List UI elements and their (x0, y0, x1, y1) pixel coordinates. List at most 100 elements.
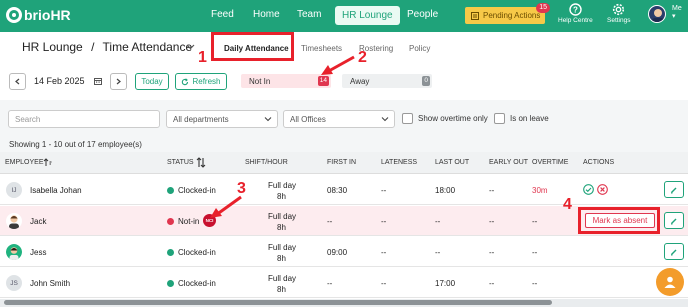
table-row[interactable]: JS John Smith Clocked-in Full day 8h -- … (0, 268, 688, 298)
svg-text:?: ? (573, 6, 578, 15)
departments-value: All departments (173, 114, 229, 124)
departments-select[interactable]: All departments (166, 110, 278, 128)
employee-name[interactable]: John Smith (30, 279, 70, 288)
user-avatar[interactable] (648, 5, 666, 23)
table-header: Employee Status Shift/Hour First in Late… (0, 152, 688, 174)
chevron-down-icon (381, 117, 389, 122)
shift-text: Full day (268, 243, 297, 252)
nav-home[interactable]: Home (253, 9, 280, 20)
early-out: -- (489, 217, 495, 226)
employee-name[interactable]: Jess (30, 248, 46, 257)
nav-feed[interactable]: Feed (211, 9, 234, 20)
gear-icon (613, 3, 625, 16)
edit-button[interactable] (664, 212, 684, 229)
user-avatar-icon (649, 6, 665, 22)
shift-text: Full day (268, 181, 297, 190)
top-nav: brioHR Feed Home Team HR Lounge People P… (0, 0, 688, 32)
pending-actions-button[interactable]: Pending Actions 15 (465, 3, 550, 24)
hours-text: 8h (277, 285, 286, 294)
avatar (6, 213, 22, 229)
overtime: -- (532, 217, 538, 226)
help-centre-button[interactable]: ? Help Centre (558, 3, 593, 24)
help-label: Help Centre (558, 17, 593, 24)
last-out: -- (435, 248, 441, 257)
brand-name: brioHR (24, 7, 71, 23)
status-text: Clocked-in (178, 279, 216, 288)
nav-people[interactable]: People (407, 9, 438, 20)
sort-icon[interactable] (196, 157, 206, 168)
settings-button[interactable]: Settings (607, 3, 631, 24)
brand-logo[interactable]: brioHR (6, 7, 71, 23)
avatar: JS (6, 275, 22, 291)
annotation-number-1: 1 (198, 49, 207, 66)
calendar-icon[interactable] (94, 77, 102, 85)
table-row[interactable]: IJ Isabella Johan Clocked-in Full day 8h… (0, 175, 688, 205)
last-out: -- (435, 217, 441, 226)
support-chat-button[interactable] (656, 268, 684, 296)
lateness: -- (381, 279, 387, 288)
on-leave-checkbox[interactable] (494, 113, 505, 124)
avatar-icon (9, 215, 19, 229)
me-text: Me (672, 5, 682, 12)
sort-icon[interactable] (43, 158, 52, 167)
on-leave-label: Is on leave (510, 114, 549, 123)
nav-team[interactable]: Team (297, 9, 321, 20)
scrollbar-thumb[interactable] (4, 300, 552, 305)
away-count: 0 (422, 76, 430, 86)
hours-text: 8h (277, 192, 286, 201)
edit-button[interactable] (664, 243, 684, 260)
employee-name[interactable]: Jack (30, 217, 46, 226)
early-out: -- (489, 248, 495, 257)
chevron-right-icon (116, 78, 121, 85)
approve-icon[interactable] (583, 184, 594, 195)
hours-text: 8h (277, 223, 286, 232)
first-in: -- (327, 217, 333, 226)
edit-button[interactable] (664, 181, 684, 198)
employee-name[interactable]: Isabella Johan (30, 186, 82, 195)
help-icon: ? (569, 3, 582, 16)
today-button[interactable]: Today (135, 73, 169, 90)
col-lateness: Lateness (381, 159, 418, 166)
next-day-button[interactable] (110, 73, 127, 90)
overtime-only-checkbox[interactable] (402, 113, 413, 124)
hours-text: 8h (277, 254, 286, 263)
col-employee[interactable]: Employee (5, 159, 44, 166)
user-menu-label[interactable]: Me ▾ (672, 5, 682, 20)
pencil-icon (671, 218, 677, 224)
early-out: -- (489, 186, 495, 195)
current-date[interactable]: 14 Feb 2025 (34, 76, 85, 86)
annotation-arrow-icon (210, 195, 242, 218)
avatar: IJ (6, 182, 22, 198)
refresh-label: Refresh (192, 77, 221, 86)
offices-select[interactable]: All Offices (283, 110, 395, 128)
refresh-button[interactable]: Refresh (175, 73, 227, 90)
reject-icon[interactable] (597, 184, 608, 195)
tab-policy[interactable]: Policy (409, 44, 430, 53)
breadcrumb-dropdown-icon[interactable] (186, 42, 195, 51)
lateness: -- (381, 217, 387, 226)
last-out: 18:00 (435, 186, 456, 195)
col-status[interactable]: Status (167, 159, 194, 166)
nav-hr-lounge[interactable]: HR Lounge (335, 6, 400, 25)
breadcrumb-current: Time Attendance (102, 40, 193, 54)
first-in: 09:00 (327, 248, 348, 257)
annotation-box-daily-attendance (211, 32, 294, 61)
first-in: 08:30 (327, 186, 348, 195)
breadcrumb-root[interactable]: HR Lounge (22, 40, 83, 54)
pending-actions-icon (471, 11, 479, 20)
avatar (6, 244, 22, 260)
breadcrumb: HR Lounge / Time Attendance (22, 40, 192, 54)
col-overtime: Overtime (532, 159, 569, 166)
result-count: Showing 1 - 10 out of 17 employee(s) (9, 140, 142, 149)
shift-text: Full day (268, 274, 297, 283)
avatar-icon (6, 244, 22, 260)
tab-timesheets[interactable]: Timesheets (301, 44, 342, 53)
pending-count-badge: 15 (536, 3, 550, 13)
search-input[interactable]: Search (8, 110, 160, 128)
prev-day-button[interactable] (9, 73, 26, 90)
status-dot (167, 218, 174, 225)
breadcrumb-separator: / (91, 40, 95, 54)
person-icon (664, 276, 676, 288)
col-shift-hour: Shift/Hour (245, 159, 288, 166)
table-row[interactable]: Jess Clocked-in Full day 8h 09:00 -- -- … (0, 237, 688, 267)
